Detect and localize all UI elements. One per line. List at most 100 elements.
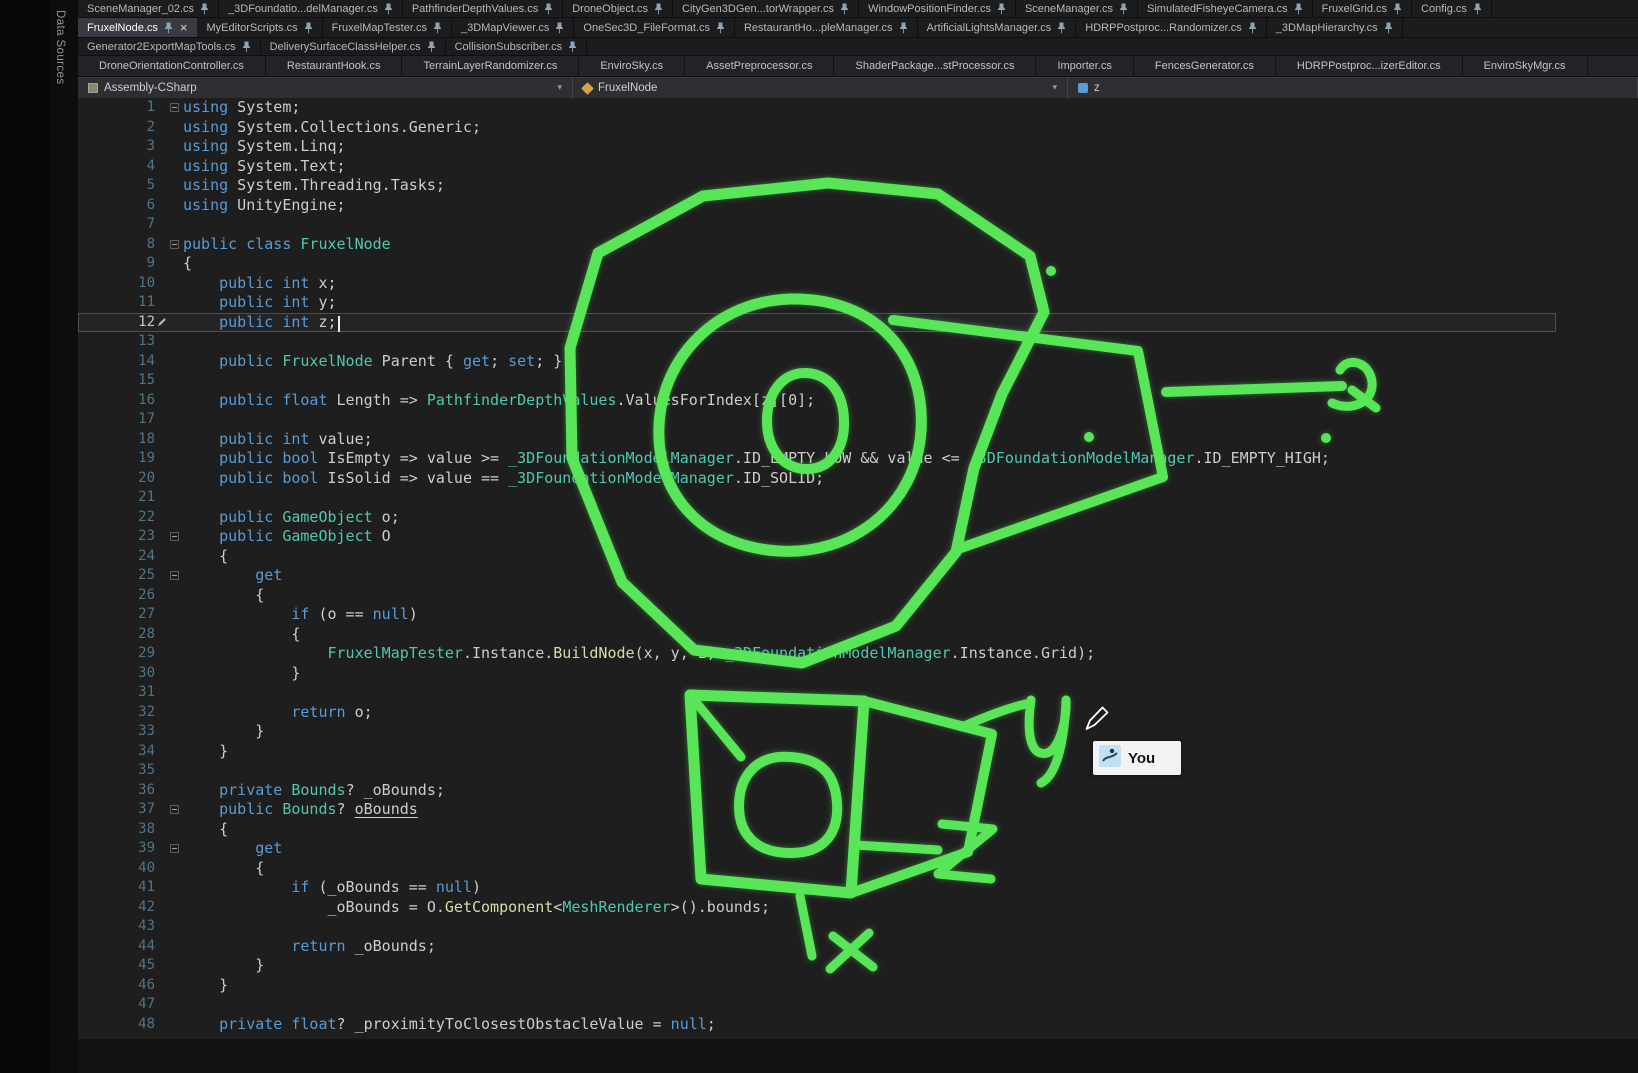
pin-icon[interactable]	[242, 41, 251, 53]
editor-tab[interactable]: CityGen3DGen...torWrapper.cs	[673, 0, 859, 17]
code-line[interactable]: 11 public int y;	[78, 293, 1556, 313]
code-line[interactable]: 14 public FruxelNode Parent { get; set; …	[78, 352, 1556, 372]
code-line[interactable]: 44 return _oBounds;	[78, 937, 1556, 957]
editor-tab[interactable]: DroneObject.cs	[563, 0, 673, 17]
project-dropdown[interactable]: Assembly-CSharp ▾	[78, 78, 573, 98]
code-line[interactable]: 7	[78, 215, 1556, 235]
fold-collapse-icon[interactable]	[170, 844, 179, 853]
fold-collapse-icon[interactable]	[170, 805, 179, 814]
code-line[interactable]: 42 _oBounds = O.GetComponent<MeshRendere…	[78, 898, 1556, 918]
editor-tab[interactable]: _3DFoundatio...delManager.cs	[219, 0, 403, 17]
editor-tab[interactable]: ShaderPackage...stProcessor.cs	[834, 56, 1036, 76]
close-icon[interactable]: ×	[180, 21, 188, 34]
code-line[interactable]: 31	[78, 683, 1556, 703]
code-line[interactable]: 19 public bool IsEmpty => value >= _3DFo…	[78, 449, 1556, 469]
code-line[interactable]: 24 {	[78, 547, 1556, 567]
code-line[interactable]: 23 public GameObject O	[78, 527, 1556, 547]
code-line[interactable]: 28 {	[78, 625, 1556, 645]
code-line[interactable]: 8 public class FruxelNode	[78, 235, 1556, 255]
code-line[interactable]: 16 public float Length => PathfinderDept…	[78, 391, 1556, 411]
code-line[interactable]: 9 {	[78, 254, 1556, 274]
code-line[interactable]: 20 public bool IsSolid => value == _3DFo…	[78, 469, 1556, 489]
code-line[interactable]: 6 using UnityEngine;	[78, 196, 1556, 216]
editor-tab[interactable]: FruxelGrid.cs	[1313, 0, 1412, 17]
code-line[interactable]: 17	[78, 410, 1556, 430]
editor-tab[interactable]: _3DMapHierarchy.cs	[1267, 18, 1403, 37]
code-line[interactable]: 36 private Bounds? _oBounds;	[78, 781, 1556, 801]
code-line[interactable]: 25 get	[78, 566, 1556, 586]
editor-tab[interactable]: WindowPositionFinder.cs	[859, 0, 1016, 17]
pin-icon[interactable]	[568, 41, 577, 53]
editor-tab[interactable]: FruxelMapTester.cs	[323, 18, 452, 37]
editor-tab[interactable]: Generator2ExportMapTools.cs	[78, 38, 261, 55]
pin-icon[interactable]	[200, 3, 209, 15]
editor-tab[interactable]: DeliverySurfaceClassHelper.cs	[261, 38, 446, 55]
code-line[interactable]: 40 {	[78, 859, 1556, 879]
editor-tab[interactable]: ArtificialLightsManager.cs	[918, 18, 1077, 37]
pin-icon[interactable]	[1384, 22, 1393, 34]
code-line[interactable]: 33 }	[78, 722, 1556, 742]
editor-tab[interactable]: Config.cs	[1412, 0, 1492, 17]
code-line[interactable]: 2 using System.Collections.Generic;	[78, 118, 1556, 138]
editor-tab[interactable]: CollisionSubscriber.cs	[446, 38, 588, 55]
fold-collapse-icon[interactable]	[170, 532, 179, 541]
pin-icon[interactable]	[1119, 3, 1128, 15]
code-line[interactable]: 45 }	[78, 956, 1556, 976]
code-line[interactable]: 48 private float? _proximityToClosestObs…	[78, 1015, 1556, 1035]
pin-icon[interactable]	[1057, 22, 1066, 34]
code-line[interactable]: 4 using System.Text;	[78, 157, 1556, 177]
pin-icon[interactable]	[899, 22, 908, 34]
pin-icon[interactable]	[544, 3, 553, 15]
editor-tab[interactable]: SceneManager_02.cs	[78, 0, 219, 17]
code-line[interactable]: 32 return o;	[78, 703, 1556, 723]
code-line[interactable]: 22 public GameObject o;	[78, 508, 1556, 528]
pin-icon[interactable]	[304, 22, 313, 34]
editor-tab[interactable]: EnviroSky.cs	[579, 56, 685, 76]
pin-icon[interactable]	[840, 3, 849, 15]
editor-tab[interactable]: EnviroSkyMgr.cs	[1463, 56, 1588, 76]
pin-icon[interactable]	[654, 3, 663, 15]
code-line[interactable]: 30 }	[78, 664, 1556, 684]
pin-icon[interactable]	[1294, 3, 1303, 15]
pin-icon[interactable]	[384, 3, 393, 15]
member-dropdown[interactable]: z	[1068, 78, 1638, 98]
pin-icon[interactable]	[1473, 3, 1482, 15]
editor-tab[interactable]: _3DMapViewer.cs	[452, 18, 574, 37]
editor-tab[interactable]: FruxelNode.cs ×	[78, 18, 198, 37]
code-line[interactable]: 15	[78, 371, 1556, 391]
pin-icon[interactable]	[997, 3, 1006, 15]
editor-tab[interactable]: SceneManager.cs	[1016, 0, 1138, 17]
code-line[interactable]: 35	[78, 761, 1556, 781]
code-line[interactable]: 43	[78, 917, 1556, 937]
code-line[interactable]: 12 public int z;	[78, 313, 1556, 333]
editor-tab[interactable]: SimulatedFisheyeCamera.cs	[1138, 0, 1313, 17]
editor-tab[interactable]: DroneOrientationController.cs	[78, 56, 266, 76]
editor-tab[interactable]: HDRPPostproc...izerEditor.cs	[1276, 56, 1463, 76]
code-line[interactable]: 21	[78, 488, 1556, 508]
code-line[interactable]: 39 get	[78, 839, 1556, 859]
pin-icon[interactable]	[1393, 3, 1402, 15]
code-line[interactable]: 10 public int x;	[78, 274, 1556, 294]
pin-icon[interactable]	[164, 22, 173, 34]
editor-tab[interactable]: RestaurantHook.cs	[266, 56, 403, 76]
code-line[interactable]: 3 using System.Linq;	[78, 137, 1556, 157]
code-line[interactable]: 27 if (o == null)	[78, 605, 1556, 625]
fold-collapse-icon[interactable]	[170, 571, 179, 580]
editor-tab[interactable]: PathfinderDepthValues.cs	[403, 0, 563, 17]
data-sources-tab[interactable]: Data Sources	[54, 10, 66, 84]
code-line[interactable]: 38 {	[78, 820, 1556, 840]
code-line[interactable]: 13	[78, 332, 1556, 352]
editor-tab[interactable]: Importer.cs	[1036, 56, 1133, 76]
type-dropdown[interactable]: FruxelNode ▾	[573, 78, 1068, 98]
pin-icon[interactable]	[433, 22, 442, 34]
editor-tab[interactable]: RestaurantHo...pleManager.cs	[735, 18, 918, 37]
pin-icon[interactable]	[1248, 22, 1257, 34]
editor-tab[interactable]: HDRPPostproc...Randomizer.cs	[1076, 18, 1267, 37]
code-line[interactable]: 47	[78, 995, 1556, 1015]
pin-icon[interactable]	[427, 41, 436, 53]
code-line[interactable]: 1 using System;	[78, 98, 1556, 118]
editor-tab[interactable]: AssetPreprocessor.cs	[685, 56, 834, 76]
fold-collapse-icon[interactable]	[170, 103, 179, 112]
editor-tab[interactable]: TerrainLayerRandomizer.cs	[402, 56, 579, 76]
pin-icon[interactable]	[716, 22, 725, 34]
